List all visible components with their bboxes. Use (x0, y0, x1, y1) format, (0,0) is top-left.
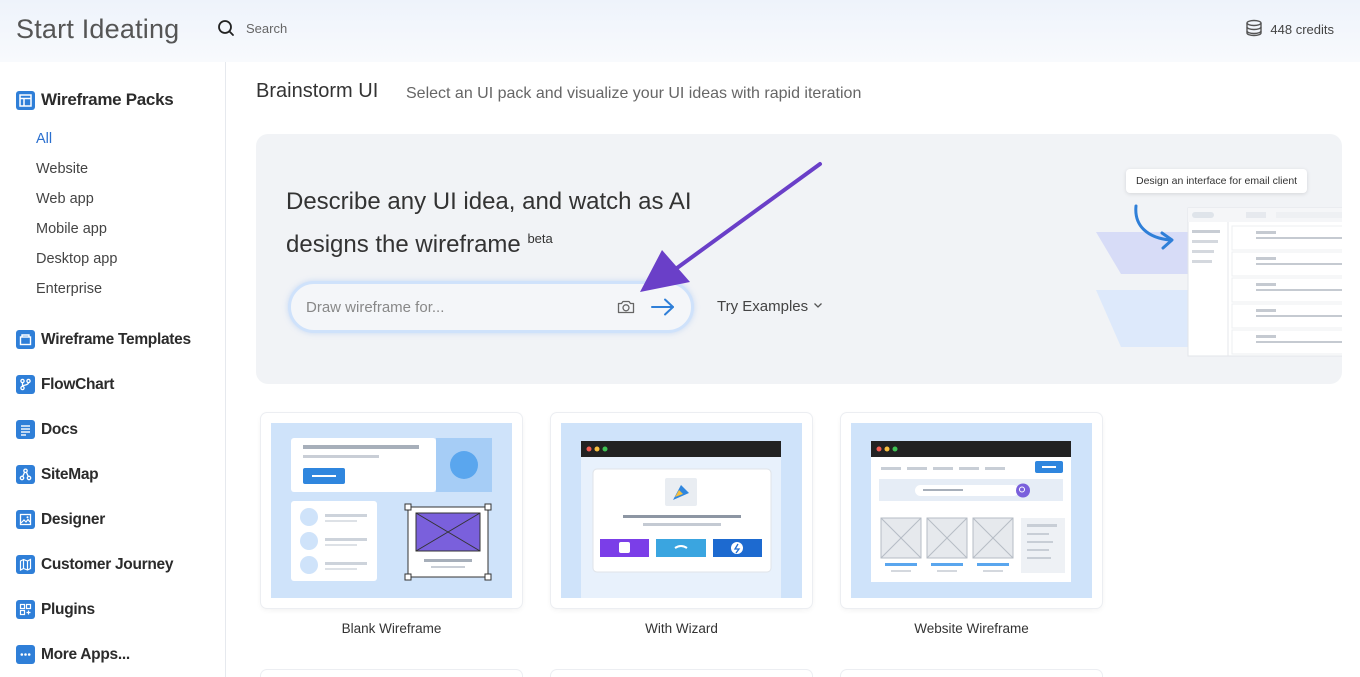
sidebar-item-all[interactable]: All (36, 131, 52, 147)
illustration-prompt-tag: Design an interface for email client (1126, 169, 1308, 193)
sidebar-section-label: Wireframe Templates (41, 330, 191, 348)
plugins-icon (16, 600, 35, 619)
credits-label: 448 credits (1270, 22, 1334, 37)
sidebar-item-web-app[interactable]: Web app (36, 191, 94, 207)
try-examples-label: Try Examples (717, 298, 809, 315)
sidebar-section-label: SiteMap (41, 465, 99, 483)
try-examples-dropdown[interactable]: Try Examples (717, 298, 824, 315)
camera-icon[interactable] (616, 297, 636, 322)
sidebar-section-label: More Apps... (41, 645, 130, 663)
layout-icon (16, 90, 35, 110)
sidebar-section-label: FlowChart (41, 375, 115, 393)
sidebar-item-enterprise[interactable]: Enterprise (36, 281, 102, 297)
card-next-row[interactable] (841, 670, 1102, 677)
more-icon (16, 645, 35, 664)
beta-badge: beta (527, 231, 553, 246)
blank-wireframe-thumbnail (271, 423, 512, 598)
sidebar-section-wireframe-packs[interactable]: Wireframe Packs (16, 90, 174, 110)
website-wireframe-thumbnail (851, 423, 1092, 598)
flowchart-icon (16, 375, 35, 394)
page-subtitle: Select an UI pack and visualize your UI … (406, 85, 862, 102)
with-wizard-thumbnail (561, 423, 802, 598)
image-icon (16, 510, 35, 529)
credits-indicator[interactable]: 448 credits (1244, 18, 1334, 41)
card-label-blank-wireframe: Blank Wireframe (341, 621, 442, 636)
sidebar-section-more-apps[interactable]: More Apps... (16, 645, 130, 664)
sitemap-icon (16, 465, 35, 484)
card-website-wireframe[interactable] (841, 413, 1102, 608)
prompt-input[interactable] (306, 298, 606, 316)
docs-icon (16, 420, 35, 439)
map-icon (16, 555, 35, 574)
sidebar-item-mobile-app[interactable]: Mobile app (36, 221, 107, 237)
email-client-illustration: Design an interface for email client (1096, 164, 1342, 364)
sidebar-section-flowchart[interactable]: FlowChart (16, 375, 114, 394)
sidebar-section-label: Docs (41, 420, 78, 438)
sidebar-section-label: Customer Journey (41, 555, 174, 573)
sidebar-section-label: Plugins (41, 600, 95, 618)
sidebar-section-designer[interactable]: Designer (16, 510, 105, 529)
search-input[interactable] (246, 20, 506, 36)
card-with-wizard[interactable] (551, 413, 812, 608)
annotation-arrow-icon (640, 162, 822, 292)
sidebar-section-label: Wireframe Packs (41, 90, 174, 109)
app-title: Start Ideating (16, 14, 180, 44)
sidebar-section-customer-journey[interactable]: Customer Journey (16, 555, 173, 574)
sidebar-section-label: Designer (41, 510, 105, 528)
sidebar-section-plugins[interactable]: Plugins (16, 600, 95, 619)
card-blank-wireframe[interactable] (261, 413, 522, 608)
chevron-down-icon (812, 298, 824, 315)
card-next-row[interactable] (261, 670, 522, 677)
illustration-graphic (1096, 204, 1342, 357)
search-bar[interactable] (216, 18, 506, 38)
submit-arrow-icon[interactable] (650, 296, 676, 323)
sidebar-item-desktop-app[interactable]: Desktop app (36, 251, 117, 267)
card-next-row[interactable] (551, 670, 812, 677)
sidebar-section-wireframe-templates[interactable]: Wireframe Templates (16, 330, 191, 349)
ai-prompt-panel: Describe any UI idea, and watch as AI de… (256, 134, 1342, 384)
sidebar: Wireframe Packs All Website Web app Mobi… (0, 62, 226, 677)
card-label-website-wireframe: Website Wireframe (914, 621, 1029, 636)
page-title: Brainstorm UI (256, 80, 379, 102)
coins-icon (1244, 18, 1264, 41)
sidebar-item-website[interactable]: Website (36, 161, 88, 177)
search-icon (216, 18, 236, 38)
sidebar-section-docs[interactable]: Docs (16, 420, 78, 439)
template-icon (16, 330, 35, 349)
sidebar-section-sitemap[interactable]: SiteMap (16, 465, 99, 484)
top-header: Start Ideating 448 credits (0, 0, 1360, 62)
card-label-with-wizard: With Wizard (645, 621, 718, 636)
